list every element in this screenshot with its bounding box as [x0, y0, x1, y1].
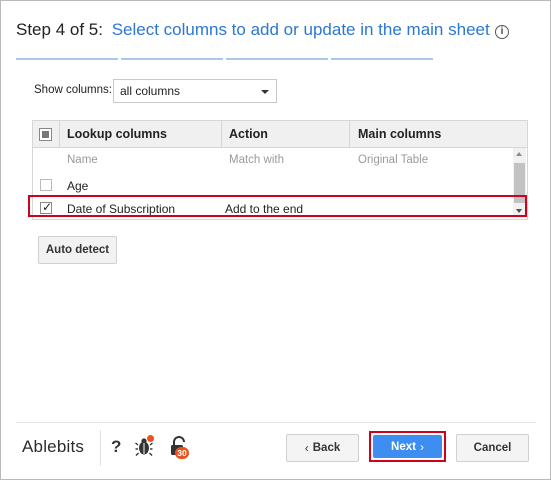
progress-segment	[121, 58, 223, 60]
table-scrollbar[interactable]	[513, 148, 526, 218]
row-checkbox[interactable]: ✓	[40, 200, 53, 214]
header-divider	[59, 121, 60, 148]
back-label: Back	[312, 442, 341, 454]
show-columns-value: all columns	[120, 84, 181, 98]
chevron-right-icon: ›	[419, 439, 424, 454]
next-button[interactable]: Next ›	[373, 435, 442, 458]
scrollbar-thumb[interactable]	[514, 163, 525, 203]
ablebits-logo: Ablebits	[22, 437, 85, 456]
columns-table: Lookup columns Action Main columns Name …	[32, 120, 528, 220]
show-columns-label: Show columns:	[34, 84, 112, 96]
scroll-down-icon[interactable]	[516, 209, 522, 213]
subheader-main: Original Table	[358, 154, 429, 166]
footer-divider	[16, 422, 536, 423]
table-row[interactable]: Age	[33, 174, 513, 196]
cancel-button[interactable]: Cancel	[456, 434, 529, 462]
scroll-up-icon[interactable]	[516, 152, 522, 156]
license-count-badge: 30	[175, 447, 189, 459]
info-icon[interactable]: i	[495, 25, 509, 39]
auto-detect-button[interactable]: Auto detect	[38, 236, 117, 264]
subheader-action: Match with	[229, 154, 284, 166]
header-main-columns: Main columns	[358, 127, 442, 141]
help-icon[interactable]: ?	[111, 437, 121, 457]
show-columns-dropdown[interactable]: all columns	[113, 79, 277, 103]
chevron-down-icon	[261, 90, 269, 94]
progress-segment	[331, 58, 433, 60]
progress-segment	[16, 58, 118, 60]
header-action: Action	[229, 127, 268, 141]
row-lookup-column: Age	[67, 179, 89, 193]
step-indicator: Step 4 of 5:	[16, 20, 103, 39]
step-progress	[16, 58, 433, 60]
next-label: Next	[391, 440, 416, 453]
row-action[interactable]: Add to the end	[225, 202, 303, 216]
back-button[interactable]: ‹ Back	[286, 434, 359, 462]
header-lookup-columns: Lookup columns	[67, 127, 167, 141]
chevron-left-icon: ‹	[304, 441, 309, 455]
checkmark-icon: ✓	[42, 200, 53, 214]
progress-segment	[226, 58, 328, 60]
header-divider	[349, 121, 350, 148]
table-row[interactable]: ✓ Date of Subscription Add to the end	[33, 197, 513, 219]
row-lookup-column: Date of Subscription	[67, 202, 176, 216]
table-subheader-row: Name Match with Original Table	[33, 149, 513, 171]
step-title: Select columns to add or update in the m…	[111, 20, 490, 39]
subheader-lookup: Name	[67, 154, 98, 166]
row-checkbox[interactable]	[40, 179, 52, 191]
notification-dot	[147, 435, 154, 442]
step-header: Step 4 of 5: Select columns to add or up…	[16, 20, 536, 48]
header-divider	[221, 121, 222, 148]
footer-separator	[100, 430, 101, 466]
select-all-checkbox[interactable]	[39, 128, 52, 141]
table-header: Lookup columns Action Main columns	[33, 121, 527, 148]
